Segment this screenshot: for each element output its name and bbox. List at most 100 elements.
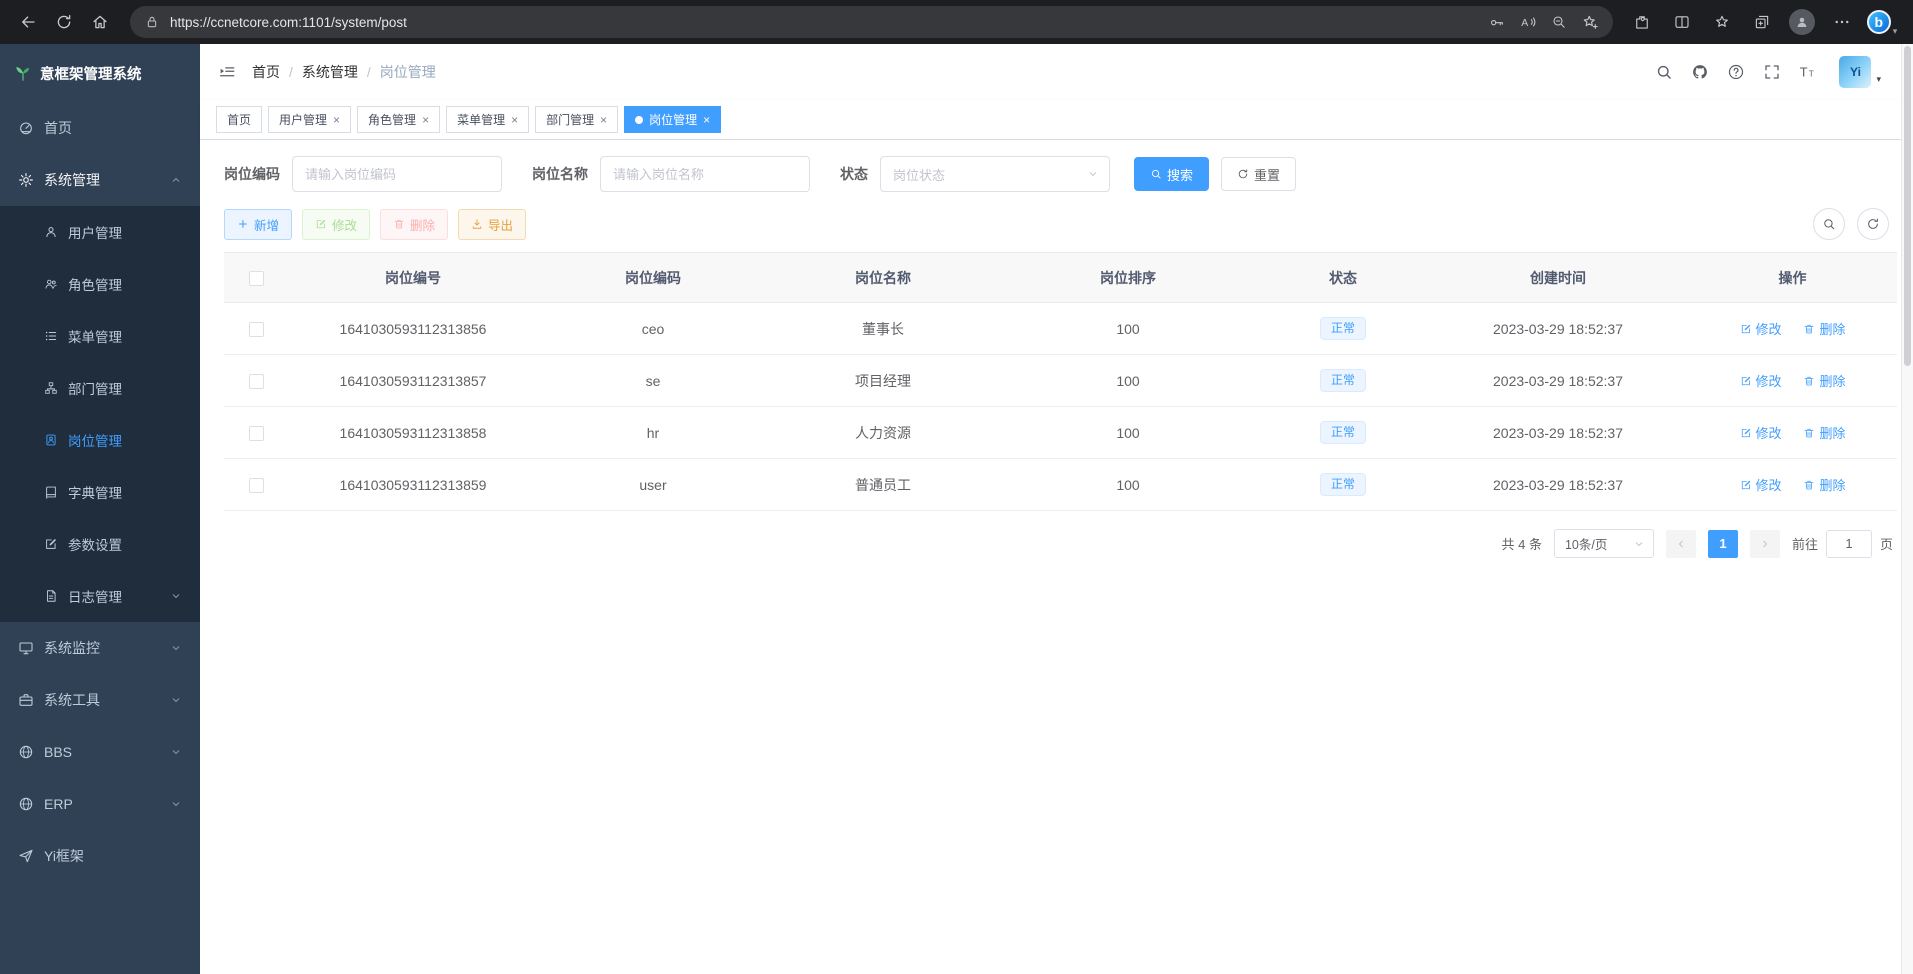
bing-copilot-button[interactable]: b▾ bbox=[1865, 5, 1899, 39]
add-button[interactable]: 新增 bbox=[224, 209, 292, 240]
row-edit-label: 修改 bbox=[1756, 319, 1782, 338]
export-button[interactable]: 导出 bbox=[458, 209, 526, 240]
breadcrumb-system-mgmt[interactable]: 系统管理 bbox=[302, 62, 358, 82]
tab-menu-mgmt[interactable]: 菜单管理× bbox=[446, 106, 529, 133]
row-checkbox[interactable] bbox=[249, 426, 264, 441]
read-aloud-icon[interactable] bbox=[1519, 13, 1537, 31]
row-checkbox[interactable] bbox=[249, 478, 264, 493]
toggle-search-button[interactable] bbox=[1813, 208, 1845, 240]
reset-button[interactable]: 重置 bbox=[1221, 157, 1296, 191]
page-size-select[interactable]: 10条/页 bbox=[1554, 529, 1654, 558]
sidebar-item-erp[interactable]: ERP bbox=[0, 778, 200, 830]
browser-profile-button[interactable] bbox=[1785, 5, 1819, 39]
row-delete-label: 删除 bbox=[1819, 319, 1845, 338]
row-checkbox[interactable] bbox=[249, 322, 264, 337]
browser-favorites-button[interactable] bbox=[1705, 5, 1739, 39]
status-badge: 正常 bbox=[1320, 369, 1366, 393]
header-search-button[interactable] bbox=[1655, 63, 1673, 81]
search-icon bbox=[1150, 168, 1162, 180]
browser-refresh-button[interactable] bbox=[46, 5, 82, 39]
tab-role-mgmt[interactable]: 角色管理× bbox=[357, 106, 440, 133]
cell-post-name: 普通员工 bbox=[768, 459, 998, 511]
zoom-out-icon[interactable] bbox=[1551, 14, 1567, 30]
cell-post-code: se bbox=[538, 355, 768, 407]
tab-close-icon[interactable]: × bbox=[600, 114, 607, 126]
row-delete-link[interactable]: 删除 bbox=[1803, 371, 1845, 390]
goto-page-input[interactable] bbox=[1826, 530, 1872, 558]
sidebar-item-system-tools[interactable]: 系统工具 bbox=[0, 674, 200, 726]
header-help-button[interactable] bbox=[1727, 63, 1745, 81]
add-favorite-star-icon[interactable] bbox=[1581, 13, 1599, 31]
sidebar-subitem-role-mgmt[interactable]: 角色管理 bbox=[0, 258, 200, 310]
sidebar-subitem-dept-mgmt[interactable]: 部门管理 bbox=[0, 362, 200, 414]
puzzle-icon bbox=[1633, 13, 1651, 31]
sidebar-collapse-button[interactable] bbox=[218, 63, 236, 81]
row-delete-link[interactable]: 删除 bbox=[1803, 423, 1845, 442]
row-edit-link[interactable]: 修改 bbox=[1740, 475, 1782, 494]
app-header: 首页 系统管理 岗位管理 Yi ▾ bbox=[200, 44, 1913, 100]
browser-extensions-button[interactable] bbox=[1625, 5, 1659, 39]
tab-close-icon[interactable]: × bbox=[333, 114, 340, 126]
row-checkbox[interactable] bbox=[249, 374, 264, 389]
row-edit-link[interactable]: 修改 bbox=[1740, 371, 1782, 390]
tab-close-icon[interactable]: × bbox=[511, 114, 518, 126]
scrollbar-thumb[interactable] bbox=[1904, 46, 1911, 366]
header-fontsize-button[interactable] bbox=[1799, 63, 1817, 81]
url-text[interactable]: https://ccnetcore.com:1101/system/post bbox=[170, 15, 407, 30]
tab-user-mgmt[interactable]: 用户管理× bbox=[268, 106, 351, 133]
header-fullscreen-button[interactable] bbox=[1763, 63, 1781, 81]
sidebar-subitem-user-mgmt[interactable]: 用户管理 bbox=[0, 206, 200, 258]
tab-dept-mgmt[interactable]: 部门管理× bbox=[535, 106, 618, 133]
sidebar-item-home[interactable]: 首页 bbox=[0, 102, 200, 154]
edit-button[interactable]: 修改 bbox=[302, 209, 370, 240]
browser-home-button[interactable] bbox=[82, 5, 118, 39]
browser-settings-button[interactable] bbox=[1825, 5, 1859, 39]
delete-button[interactable]: 删除 bbox=[380, 209, 448, 240]
next-page-button[interactable] bbox=[1750, 530, 1780, 558]
prev-page-button[interactable] bbox=[1666, 530, 1696, 558]
breadcrumb-home[interactable]: 首页 bbox=[252, 62, 280, 82]
sidebar-item-yi-framework[interactable]: Yi框架 bbox=[0, 830, 200, 882]
sidebar-subitem-param-settings[interactable]: 参数设置 bbox=[0, 518, 200, 570]
search-button[interactable]: 搜索 bbox=[1134, 157, 1209, 191]
tab-close-icon[interactable]: × bbox=[703, 114, 710, 126]
row-edit-link[interactable]: 修改 bbox=[1740, 423, 1782, 442]
select-all-checkbox[interactable] bbox=[249, 271, 264, 286]
row-delete-label: 删除 bbox=[1819, 475, 1845, 494]
sidebar-item-bbs[interactable]: BBS bbox=[0, 726, 200, 778]
user-avatar-menu[interactable]: Yi ▾ bbox=[1839, 56, 1881, 88]
sidebar-subitem-label: 字典管理 bbox=[68, 482, 182, 502]
tab-close-icon[interactable]: × bbox=[422, 114, 429, 126]
sidebar-item-system-mgmt[interactable]: 系统管理 bbox=[0, 154, 200, 206]
address-bar[interactable]: https://ccnetcore.com:1101/system/post bbox=[130, 6, 1613, 38]
tab-home[interactable]: 首页 bbox=[216, 106, 262, 133]
post-name-input[interactable] bbox=[600, 156, 810, 192]
sidebar-subitem-dict-mgmt[interactable]: 字典管理 bbox=[0, 466, 200, 518]
sidebar-subitem-post-mgmt[interactable]: 岗位管理 bbox=[0, 414, 200, 466]
row-delete-link[interactable]: 删除 bbox=[1803, 475, 1845, 494]
page-number-button[interactable]: 1 bbox=[1708, 530, 1738, 558]
page-scrollbar[interactable] bbox=[1901, 44, 1913, 974]
header-github-button[interactable] bbox=[1691, 63, 1709, 81]
cell-post-name: 项目经理 bbox=[768, 355, 998, 407]
status-select[interactable]: 岗位状态 bbox=[880, 156, 1110, 192]
row-delete-link[interactable]: 删除 bbox=[1803, 319, 1845, 338]
browser-back-button[interactable] bbox=[10, 5, 46, 39]
row-edit-link[interactable]: 修改 bbox=[1740, 319, 1782, 338]
sidebar-item-system-monitor[interactable]: 系统监控 bbox=[0, 622, 200, 674]
page-content: 岗位编码 岗位名称 状态 岗位状态 bbox=[200, 140, 1913, 974]
search-icon bbox=[1822, 217, 1836, 231]
site-info-lock-icon[interactable] bbox=[144, 14, 160, 30]
password-key-icon[interactable] bbox=[1489, 14, 1505, 30]
app-logo[interactable]: 意框架管理系统 bbox=[0, 44, 200, 102]
browser-split-screen-button[interactable] bbox=[1665, 5, 1699, 39]
edit-icon bbox=[1740, 479, 1752, 491]
sidebar-subitem-menu-mgmt[interactable]: 菜单管理 bbox=[0, 310, 200, 362]
post-code-input[interactable] bbox=[292, 156, 502, 192]
refresh-table-button[interactable] bbox=[1857, 208, 1889, 240]
question-circle-icon bbox=[1727, 63, 1745, 81]
tab-post-mgmt[interactable]: 岗位管理× bbox=[624, 106, 721, 133]
search-button-label: 搜索 bbox=[1167, 165, 1193, 184]
sidebar-subitem-log-mgmt[interactable]: 日志管理 bbox=[0, 570, 200, 622]
browser-collections-button[interactable] bbox=[1745, 5, 1779, 39]
